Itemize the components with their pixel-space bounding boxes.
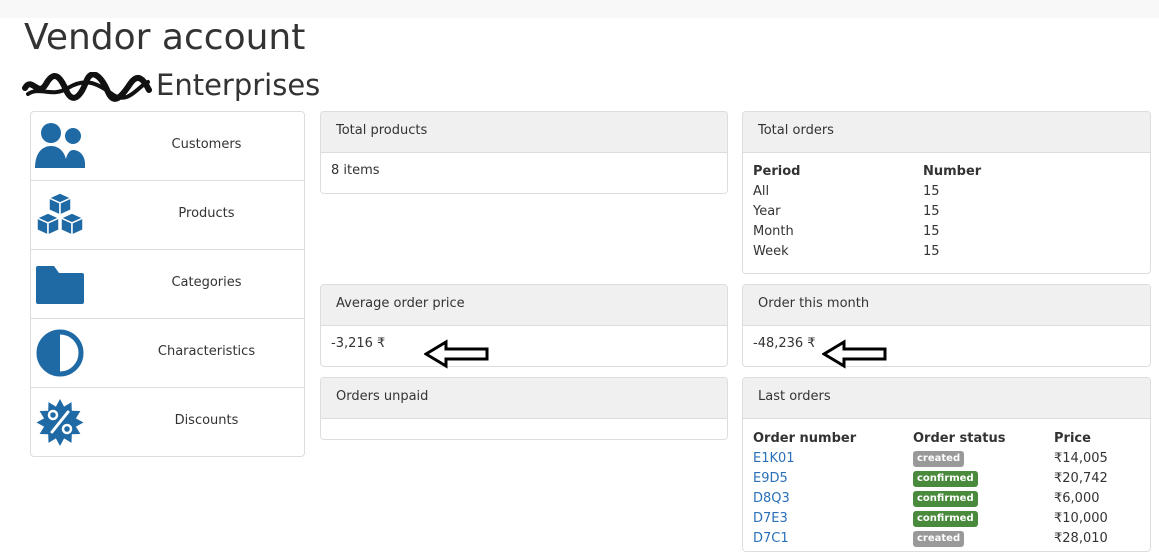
order-number-link[interactable]: E9D5 [753, 471, 788, 486]
status-badge: created [913, 450, 965, 467]
number-cell: 15 [923, 223, 940, 239]
table-row: E9D5 confirmed ₹20,742 [753, 468, 1138, 488]
period-cell: Year [753, 203, 781, 219]
status-badge: confirmed [913, 470, 978, 487]
panel-heading: Orders unpaid [321, 378, 727, 419]
annotation-arrow-left-icon [822, 339, 887, 369]
column-header: Number [923, 163, 982, 179]
number-cell: 15 [923, 183, 940, 199]
sidebar-item-characteristics[interactable]: Characteristics [31, 319, 304, 388]
table-row: Month 15 [753, 221, 1138, 241]
average-order-price-value: -3,216 ₹ [331, 336, 386, 351]
folder-icon [36, 266, 84, 304]
users-icon [35, 123, 85, 168]
sidebar-item-label: Products [178, 206, 235, 221]
order-number-link[interactable]: D7C1 [753, 531, 789, 546]
table-row: D7C1 created ₹28,010 [753, 528, 1138, 548]
order-number-link[interactable]: D8Q3 [753, 491, 790, 506]
column-header: Order status [913, 430, 1006, 446]
adjust-icon [36, 329, 84, 377]
price-cell: ₹28,010 [1054, 530, 1108, 546]
total-orders-panel: Total orders Period Number All 15 Year 15 … [742, 111, 1151, 274]
column-header: Period [753, 163, 801, 179]
last-orders-table: Order number Order status Price E1K01 cr… [753, 428, 1138, 548]
percent-badge-icon [36, 399, 84, 446]
panel-heading: Total orders [743, 112, 1150, 153]
period-cell: All [753, 183, 770, 199]
table-row: E1K01 created ₹14,005 [753, 448, 1138, 468]
table-row: D8Q3 confirmed ₹6,000 [753, 488, 1138, 508]
period-cell: Month [753, 223, 794, 239]
order-this-month-value: -48,236 ₹ [753, 336, 816, 351]
panel-heading: Order this month [743, 285, 1150, 326]
status-badge: confirmed [913, 510, 978, 527]
price-cell: ₹10,000 [1054, 510, 1108, 526]
last-orders-panel: Last orders Order number Order status Pr… [742, 377, 1151, 552]
panel-heading: Last orders [743, 378, 1150, 419]
redacted-scribble [22, 72, 152, 102]
table-row: Week 15 [753, 241, 1138, 261]
page-title: Vendor account [24, 17, 306, 58]
column-header: Order number [753, 430, 857, 446]
sidebar-menu: Customers Products Categories Characteri… [30, 111, 305, 457]
cubes-icon [35, 192, 85, 237]
period-cell: Week [753, 243, 789, 259]
total-orders-table: Period Number All 15 Year 15 Month 15 Week 1… [753, 161, 1138, 261]
column-header: Price [1054, 430, 1091, 446]
number-cell: 15 [923, 243, 940, 259]
price-cell: ₹14,005 [1054, 450, 1108, 466]
total-products-panel: Total products 8 items [320, 111, 728, 194]
vendor-name: Enterprises [22, 66, 320, 104]
average-order-price-panel: Average order price -3,216 ₹ [320, 284, 728, 367]
sidebar-item-label: Customers [171, 137, 242, 152]
sidebar-item-label: Categories [171, 275, 242, 290]
sidebar-item-categories[interactable]: Categories [31, 250, 304, 319]
table-header-row: Order number Order status Price [753, 428, 1138, 448]
status-badge: confirmed [913, 490, 978, 507]
price-cell: ₹6,000 [1054, 490, 1100, 506]
sidebar-item-products[interactable]: Products [31, 181, 304, 250]
total-products-value: 8 items [331, 163, 380, 178]
table-header-row: Period Number [753, 161, 1138, 181]
sidebar-item-label: Discounts [174, 413, 239, 428]
order-number-link[interactable]: D7E3 [753, 511, 788, 526]
price-cell: ₹20,742 [1054, 470, 1108, 486]
orders-unpaid-panel: Orders unpaid [320, 377, 728, 440]
order-this-month-panel: Order this month -48,236 ₹ [742, 284, 1151, 367]
table-row: Year 15 [753, 201, 1138, 221]
vendor-name-text: Enterprises [156, 68, 321, 102]
panel-heading: Total products [321, 112, 727, 153]
order-number-link[interactable]: E1K01 [753, 451, 795, 466]
sidebar-item-label: Characteristics [157, 344, 256, 359]
table-row: D7E3 confirmed ₹10,000 [753, 508, 1138, 528]
status-badge: created [913, 530, 965, 547]
sidebar-item-discounts[interactable]: Discounts [31, 388, 304, 457]
sidebar-item-customers[interactable]: Customers [31, 112, 304, 181]
annotation-arrow-left-icon [424, 339, 489, 369]
panel-heading: Average order price [321, 285, 727, 326]
orders-unpaid-body [321, 419, 727, 439]
number-cell: 15 [923, 203, 940, 219]
table-row: All 15 [753, 181, 1138, 201]
